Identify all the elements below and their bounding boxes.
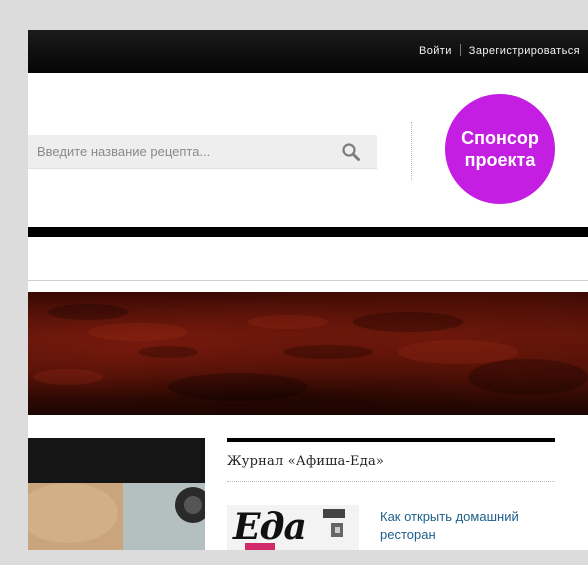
auth-separator (459, 44, 461, 56)
left-column-header (28, 438, 205, 483)
recipe-search (28, 135, 377, 169)
texture-banner (28, 292, 588, 415)
page-frame: Войти Зарегистрироваться Спонсор проекта (28, 30, 588, 550)
header-divider (411, 122, 412, 180)
top-bar: Войти Зарегистрироваться (28, 30, 588, 73)
nav-black-bar (28, 227, 588, 237)
auth-links: Войти Зарегистрироваться (419, 44, 580, 57)
sponsor-line-1: Спонсор (461, 128, 539, 148)
magazine-cover-details (245, 509, 345, 550)
article-link[interactable]: Как открыть домашний ресторан (380, 508, 560, 544)
journal-section-bar (227, 438, 555, 442)
magazine-cover[interactable]: Еда (227, 505, 359, 550)
recipe-search-input[interactable] (28, 135, 337, 168)
register-link[interactable]: Зарегистрироваться (469, 45, 580, 57)
sponsor-line-2: проекта (464, 150, 536, 170)
sponsor-badge[interactable]: Спонсор проекта (445, 94, 555, 204)
banner-texture (33, 304, 588, 401)
featured-photo[interactable] (28, 483, 205, 550)
journal-title: Журнал «Афиша-Еда» (227, 454, 385, 469)
photo-illustration (28, 483, 205, 550)
nav-divider (28, 280, 588, 281)
search-icon[interactable] (340, 141, 362, 163)
journal-divider (227, 481, 555, 482)
login-link[interactable]: Войти (419, 45, 452, 57)
